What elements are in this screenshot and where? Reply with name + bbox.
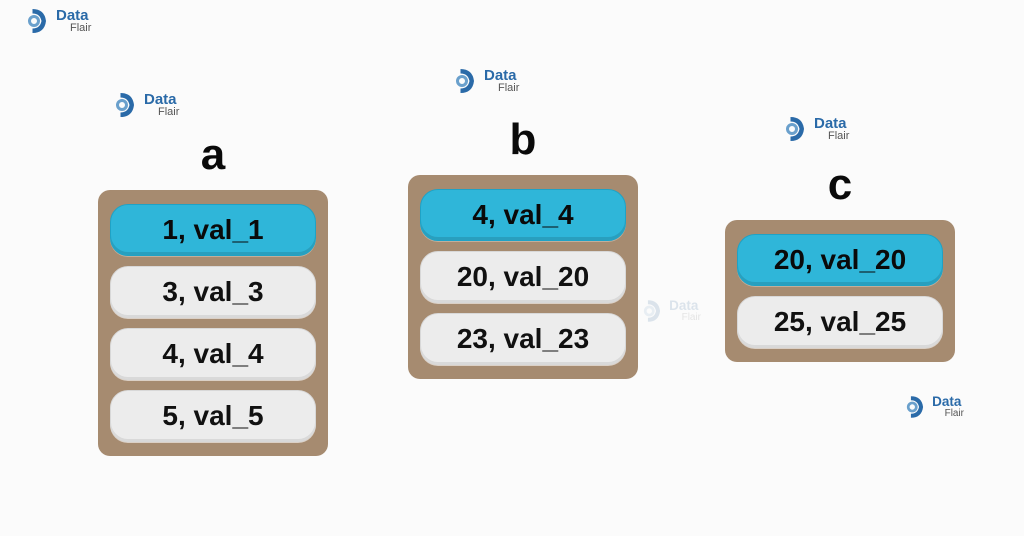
logo-text: Data Flair — [56, 8, 91, 34]
column-a-item: 5, val_5 — [110, 390, 316, 442]
logo-line2: Flair — [828, 131, 849, 142]
dataflair-icon — [780, 114, 810, 144]
column-a-item: 4, val_4 — [110, 328, 316, 380]
column-c-title: c — [725, 160, 955, 210]
logo-line2: Flair — [70, 23, 91, 34]
logo-text: Data Flair — [484, 68, 519, 94]
column-a-title: a — [98, 130, 328, 180]
logo-line2: Flair — [945, 409, 964, 419]
column-a: a 1, val_1 3, val_3 4, val_4 5, val_5 — [98, 130, 328, 456]
logo-text: Data Flair — [669, 299, 701, 322]
logo-line1: Data — [669, 299, 701, 313]
column-a-box: 1, val_1 3, val_3 4, val_4 5, val_5 — [98, 190, 328, 456]
column-a-item: 3, val_3 — [110, 266, 316, 318]
logo-line2: Flair — [158, 107, 179, 118]
logo-line1: Data — [484, 68, 519, 83]
column-b-box: 4, val_4 20, val_20 23, val_23 — [408, 175, 638, 379]
logo-dataflair: Data Flair — [110, 90, 179, 120]
logo-line1: Data — [144, 92, 179, 107]
dataflair-icon — [638, 298, 665, 325]
column-b: b 4, val_4 20, val_20 23, val_23 — [408, 115, 638, 379]
column-c: c 20, val_20 25, val_25 — [725, 160, 955, 362]
column-b-item: 20, val_20 — [420, 251, 626, 303]
logo-line2: Flair — [682, 313, 701, 323]
logo-dataflair: Data Flair — [450, 66, 519, 96]
dataflair-icon — [901, 394, 928, 421]
logo-dataflair: Data Flair — [780, 114, 849, 144]
column-c-item: 25, val_25 — [737, 296, 943, 348]
logo-dataflair-watermark: Data Flair — [638, 298, 700, 325]
logo-dataflair: Data Flair — [901, 394, 963, 421]
logo-text: Data Flair — [932, 395, 964, 418]
logo-line1: Data — [814, 116, 849, 131]
column-c-box: 20, val_20 25, val_25 — [725, 220, 955, 362]
logo-text: Data Flair — [144, 92, 179, 118]
column-b-item: 23, val_23 — [420, 313, 626, 365]
logo-line1: Data — [932, 395, 964, 409]
logo-dataflair: Data Flair — [22, 6, 91, 36]
column-b-item: 4, val_4 — [420, 189, 626, 241]
column-b-title: b — [408, 115, 638, 165]
dataflair-icon — [450, 66, 480, 96]
logo-line2: Flair — [498, 83, 519, 94]
dataflair-icon — [110, 90, 140, 120]
logo-line1: Data — [56, 8, 91, 23]
logo-text: Data Flair — [814, 116, 849, 142]
column-c-item: 20, val_20 — [737, 234, 943, 286]
dataflair-icon — [22, 6, 52, 36]
column-a-item: 1, val_1 — [110, 204, 316, 256]
